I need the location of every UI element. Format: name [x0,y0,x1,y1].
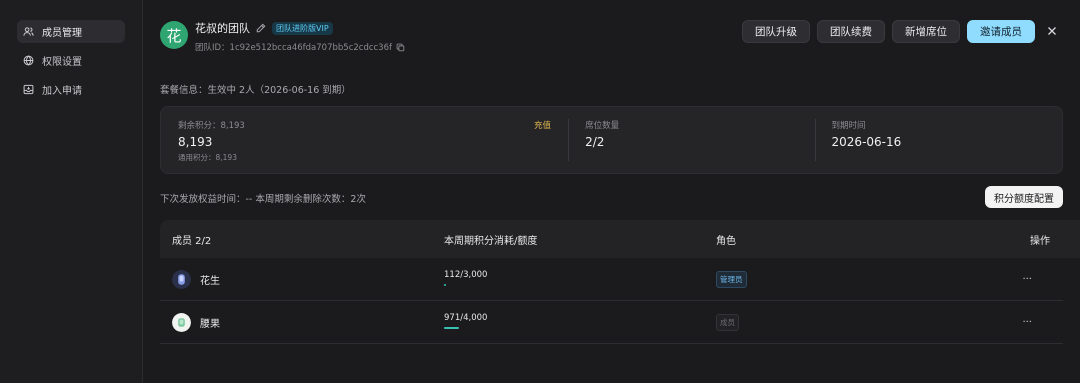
sidebar-item-join-requests[interactable]: 加入申请 [17,78,125,101]
recharge-link[interactable]: 充值 [534,119,551,131]
usage-bar [444,327,504,329]
avatar [172,313,191,332]
role-badge[interactable]: 成员 [716,313,739,331]
table-header: 成员 2/2 本周期积分消耗/额度 角色 操作 [160,220,1080,258]
sidebar-item-members[interactable]: 成员管理 [17,20,125,43]
team-header: 花 花叔的团队 团队进阶版VIP 团队ID：1c92e512bcca46fda7… [160,20,405,53]
sidebar: 成员管理 权限设置 加入申请 [0,0,143,383]
sidebar-item-permissions[interactable]: 权限设置 [17,49,125,72]
points-value: 8,193 [178,135,213,149]
header-usage: 本周期积分消耗/额度 [444,235,538,247]
sidebar-item-label: 权限设置 [42,57,82,68]
stats-panel: 剩余积分：8,193 8,193 通用积分：8,193 充值 席位数量 2/2 … [160,106,1063,174]
inbox-icon [23,84,34,95]
edit-icon[interactable] [256,23,266,33]
vip-badge: 团队进阶版VIP [272,21,333,35]
sidebar-item-label: 成员管理 [42,28,82,39]
points-label: 剩余积分：8,193 [178,121,245,131]
team-id: 团队ID：1c92e512bcca46fda707bb5c2cdcc36f [195,43,392,53]
table-row: 腰果 971/4,000 成员 ··· [160,301,1063,344]
expiry-value: 2026-06-16 [831,135,902,149]
usage-bar-fill [444,284,447,286]
more-icon[interactable]: ··· [1022,274,1032,285]
close-icon[interactable] [1046,25,1058,37]
plan-info: 套餐信息：生效中 2人（2026-06-16 到期） [160,85,351,96]
expiry-label: 到期时间 [831,121,866,131]
invite-member-button[interactable]: 邀请成员 [967,20,1035,43]
usage-bar-fill [444,327,459,329]
header-role: 角色 [716,235,736,247]
role-badge[interactable]: 管理员 [716,270,747,288]
header-actions: 团队升级 团队续费 新增席位 邀请成员 [742,20,1035,43]
main-panel: 花 花叔的团队 团队进阶版VIP 团队ID：1c92e512bcca46fda7… [143,0,1080,383]
sidebar-item-label: 加入申请 [42,86,82,97]
usage-text: 112/3,000 [444,270,488,280]
more-icon[interactable]: ··· [1022,317,1032,328]
renew-team-button[interactable]: 团队续费 [817,20,885,43]
avatar [172,270,191,289]
points-sub: 通用积分：8,193 [178,153,237,162]
usage-text: 971/4,000 [444,313,488,323]
team-name: 花叔的团队 [195,22,250,35]
add-seat-button[interactable]: 新增席位 [892,20,960,43]
header-member: 成员 2/2 [172,235,212,247]
member-name: 腰果 [200,318,220,330]
quota-config-button[interactable]: 积分额度配置 [985,186,1063,208]
members-icon [23,27,34,36]
seats-stat: 席位数量 2/2 [568,107,814,173]
team-avatar: 花 [160,21,188,49]
member-name: 花生 [200,275,220,287]
points-stat: 剩余积分：8,193 8,193 通用积分：8,193 充值 [161,107,568,173]
next-grant-info: 下次发放权益时间：-- 本周期剩余删除次数：2次 [160,194,366,205]
table-row: 花生 112/3,000 管理员 ··· [160,258,1063,301]
globe-icon [23,55,34,66]
members-table: 成员 2/2 本周期积分消耗/额度 角色 操作 花生 112/3,000 管理员… [160,220,1080,344]
seats-value: 2/2 [585,135,605,149]
usage-bar [444,284,504,286]
header-op: 操作 [1030,235,1050,247]
upgrade-team-button[interactable]: 团队升级 [742,20,810,43]
expiry-stat: 到期时间 2026-06-16 [814,107,1062,173]
seats-label: 席位数量 [585,121,620,131]
copy-icon[interactable] [396,43,405,52]
